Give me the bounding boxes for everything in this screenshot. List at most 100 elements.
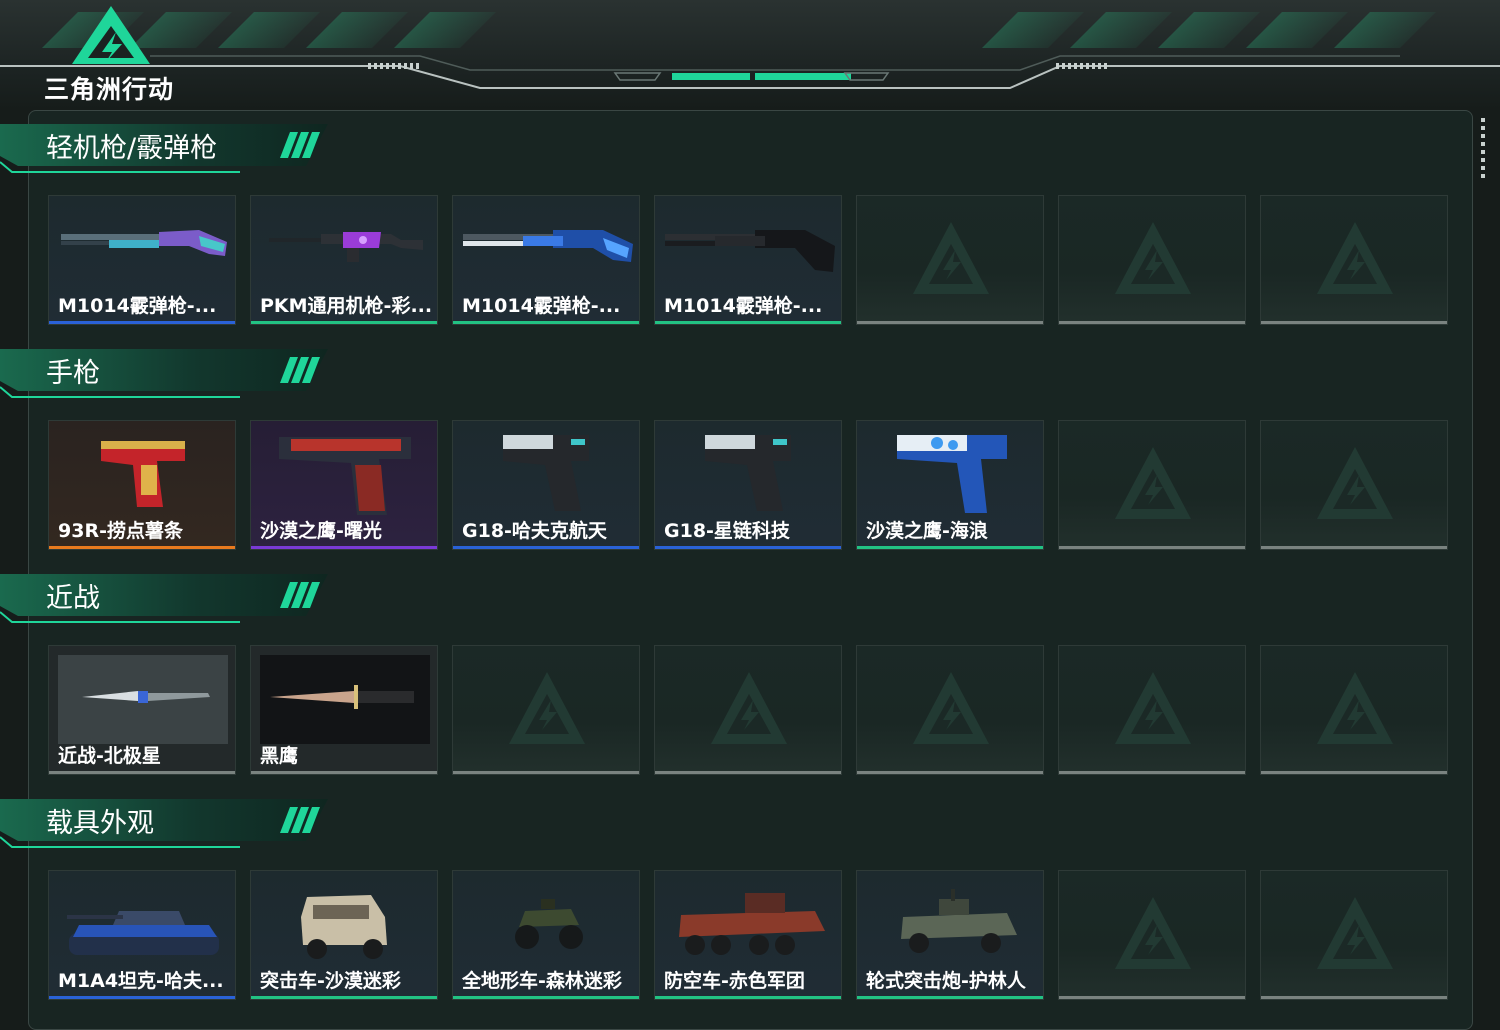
section-header-vehicle-skins: 载具外观 [0, 795, 330, 849]
rarity-bar [1261, 771, 1447, 774]
armored-car-icon [901, 889, 1017, 953]
rarity-bar [1261, 546, 1447, 549]
rarity-bar [857, 546, 1043, 549]
rarity-bar [1261, 996, 1447, 999]
section-title: 载具外观 [46, 808, 154, 839]
item-card[interactable]: 轮式突击炮-护林人 [856, 870, 1044, 1000]
rarity-bar [655, 771, 841, 774]
item-name: M1A4坦克-哈夫... [58, 970, 224, 992]
item-name: 防空车-赤色军团 [664, 970, 805, 992]
shotgun-icon [665, 230, 835, 272]
item-card[interactable]: G18-星链科技 [654, 420, 842, 550]
knife-icon [260, 655, 430, 744]
rarity-bar [1059, 546, 1245, 549]
placeholder-logo-icon [509, 672, 585, 744]
empty-slot[interactable] [654, 645, 842, 775]
header-frame-lines [0, 55, 1500, 89]
item-card[interactable]: 突击车-沙漠迷彩 [250, 870, 438, 1000]
item-card[interactable]: 全地形车-森林迷彩 [452, 870, 640, 1000]
item-row: M1014霰弹枪-... PKM通用机枪-彩... M1014霰弹枪-... M… [48, 195, 1450, 325]
item-name: G18-哈夫克航天 [462, 520, 607, 542]
empty-slot[interactable] [856, 195, 1044, 325]
empty-slot[interactable] [1260, 645, 1448, 775]
rarity-bar [1261, 321, 1447, 324]
item-card[interactable]: M1014霰弹枪-... [48, 195, 236, 325]
item-name: 近战-北极星 [58, 745, 161, 767]
rarity-bar [1059, 996, 1245, 999]
item-card[interactable]: M1014霰弹枪-... [452, 195, 640, 325]
item-card[interactable]: 沙漠之鹰-曙光 [250, 420, 438, 550]
placeholder-logo-icon [1115, 447, 1191, 519]
empty-slot[interactable] [1058, 420, 1246, 550]
placeholder-logo-icon [1115, 672, 1191, 744]
empty-slot[interactable] [1058, 645, 1246, 775]
rarity-bar [1059, 771, 1245, 774]
item-card[interactable]: PKM通用机枪-彩... [250, 195, 438, 325]
apc-icon [679, 893, 825, 955]
pistol-icon [897, 435, 1007, 513]
rarity-bar [251, 771, 437, 774]
rarity-bar [1059, 321, 1245, 324]
rarity-bar [655, 996, 841, 999]
scrollbar[interactable] [1481, 118, 1485, 180]
tank-icon [67, 911, 219, 955]
empty-slot[interactable] [1260, 870, 1448, 1000]
empty-slot[interactable] [1058, 195, 1246, 325]
empty-slot[interactable] [452, 645, 640, 775]
item-name: PKM通用机枪-彩... [260, 295, 433, 317]
empty-slot[interactable] [1058, 870, 1246, 1000]
item-row: 93R-捞点薯条 沙漠之鹰-曙光 G18-哈夫克航天 G18-星链科技 沙漠之鹰… [48, 420, 1450, 550]
item-name: 突击车-沙漠迷彩 [260, 970, 401, 992]
rarity-bar [857, 996, 1043, 999]
rarity-bar [857, 321, 1043, 324]
item-name: M1014霰弹枪-... [58, 295, 217, 317]
section-header-lmg-shotgun: 轻机枪/霰弹枪 [0, 120, 330, 174]
item-card[interactable]: 93R-捞点薯条 [48, 420, 236, 550]
empty-slot[interactable] [1260, 195, 1448, 325]
item-name: 沙漠之鹰-海浪 [866, 520, 988, 542]
empty-slot[interactable] [1260, 420, 1448, 550]
rarity-bar [49, 771, 235, 774]
item-name: 93R-捞点薯条 [58, 520, 183, 542]
item-card[interactable]: M1A4坦克-哈夫... [48, 870, 236, 1000]
item-name: 沙漠之鹰-曙光 [260, 520, 382, 542]
item-card[interactable]: 沙漠之鹰-海浪 [856, 420, 1044, 550]
pistol-icon [503, 435, 589, 511]
rarity-bar [453, 321, 639, 324]
placeholder-logo-icon [1317, 222, 1393, 294]
section-header-pistol: 手枪 [0, 345, 330, 399]
section-title: 轻机枪/霰弹枪 [46, 133, 218, 164]
item-card[interactable]: 黑鹰 [250, 645, 438, 775]
item-name: M1014霰弹枪-... [664, 295, 823, 317]
placeholder-logo-icon [913, 672, 989, 744]
shotgun-icon [61, 230, 227, 256]
machine-gun-icon [269, 232, 423, 262]
item-card[interactable]: 防空车-赤色军团 [654, 870, 842, 1000]
rarity-bar [453, 771, 639, 774]
pistol-icon [705, 435, 791, 511]
item-row: M1A4坦克-哈夫... 突击车-沙漠迷彩 全地形车-森林迷彩 防空车-赤色军团 [48, 870, 1450, 1000]
rarity-bar [655, 321, 841, 324]
shotgun-icon [463, 230, 633, 262]
item-card[interactable]: M1014霰弹枪-... [654, 195, 842, 325]
atv-icon [515, 899, 583, 949]
section-title: 手枪 [46, 358, 100, 389]
empty-slot[interactable] [856, 645, 1044, 775]
knife-icon [58, 655, 228, 744]
rarity-bar [49, 546, 235, 549]
game-title: 三角洲行动 [44, 75, 175, 104]
item-name: 黑鹰 [260, 745, 299, 767]
rarity-bar [857, 771, 1043, 774]
item-card[interactable]: 近战-北极星 [48, 645, 236, 775]
placeholder-logo-icon [1115, 222, 1191, 294]
item-name: 轮式突击炮-护林人 [866, 970, 1026, 992]
item-card[interactable]: G18-哈夫克航天 [452, 420, 640, 550]
rarity-bar [251, 546, 437, 549]
rarity-bar [49, 996, 235, 999]
rarity-bar [453, 996, 639, 999]
rarity-bar [251, 321, 437, 324]
section-header-melee: 近战 [0, 570, 330, 624]
section-title: 近战 [46, 583, 100, 614]
armored-car-icon [301, 895, 387, 959]
placeholder-logo-icon [913, 222, 989, 294]
